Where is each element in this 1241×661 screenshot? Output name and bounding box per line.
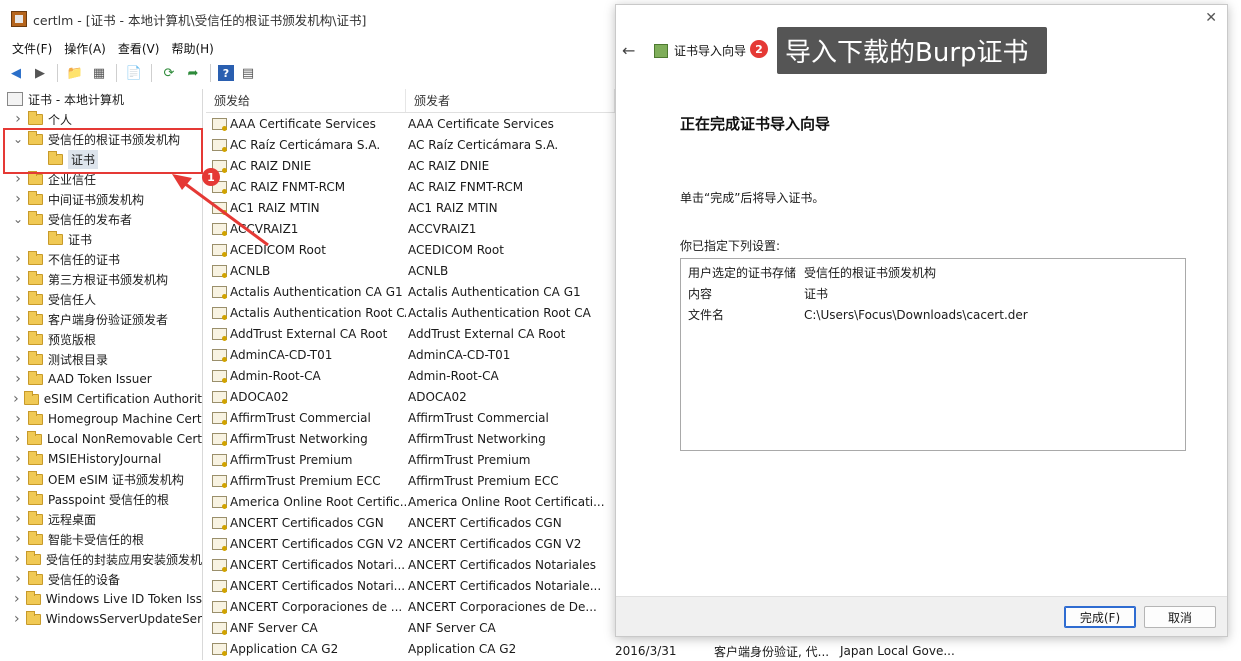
dialog-footer: 完成(F) 取消 — [616, 596, 1227, 636]
wizard-instruction: 单击“完成”后将导入证书。 — [680, 191, 825, 205]
wizard-heading: 正在完成证书导入向导 — [680, 115, 831, 133]
annotation-marker-2: 2 — [750, 40, 768, 58]
annotation-callout: 导入下载的Burp证书 — [777, 27, 1047, 74]
finish-button[interactable]: 完成(F) — [1064, 606, 1136, 628]
setting-key: 用户选定的证书存储 — [688, 266, 797, 280]
annotation-marker-1: 1 — [202, 168, 220, 186]
setting-value: C:\Users\Focus\Downloads\cacert.der — [804, 307, 1028, 322]
cancel-button[interactable]: 取消 — [1144, 606, 1216, 628]
setting-row: 文件名 C:\Users\Focus\Downloads\cacert.der — [688, 304, 1178, 325]
close-icon[interactable]: ✕ — [1205, 10, 1217, 26]
setting-row: 内容 证书 — [688, 283, 1178, 304]
import-wizard-dialog: ✕ ← 证书导入向导 正在完成证书导入向导 单击“完成”后将导入证书。 你已指定… — [615, 4, 1228, 637]
certificate-wizard-icon — [654, 43, 668, 58]
back-arrow-icon[interactable]: ← — [622, 41, 644, 60]
setting-key: 内容 — [688, 287, 713, 301]
settings-summary: 用户选定的证书存储 受信任的根证书颁发机构 内容 证书 文件名 C:\Users… — [680, 258, 1186, 451]
wizard-header: ← 证书导入向导 — [622, 41, 746, 60]
setting-key: 文件名 — [688, 308, 725, 322]
setting-row: 用户选定的证书存储 受信任的根证书颁发机构 — [688, 262, 1178, 283]
setting-value: 受信任的根证书颁发机构 — [804, 266, 937, 280]
settings-label: 你已指定下列设置: — [680, 239, 781, 253]
setting-value: 证书 — [804, 287, 829, 301]
wizard-title: 证书导入向导 — [674, 44, 747, 58]
